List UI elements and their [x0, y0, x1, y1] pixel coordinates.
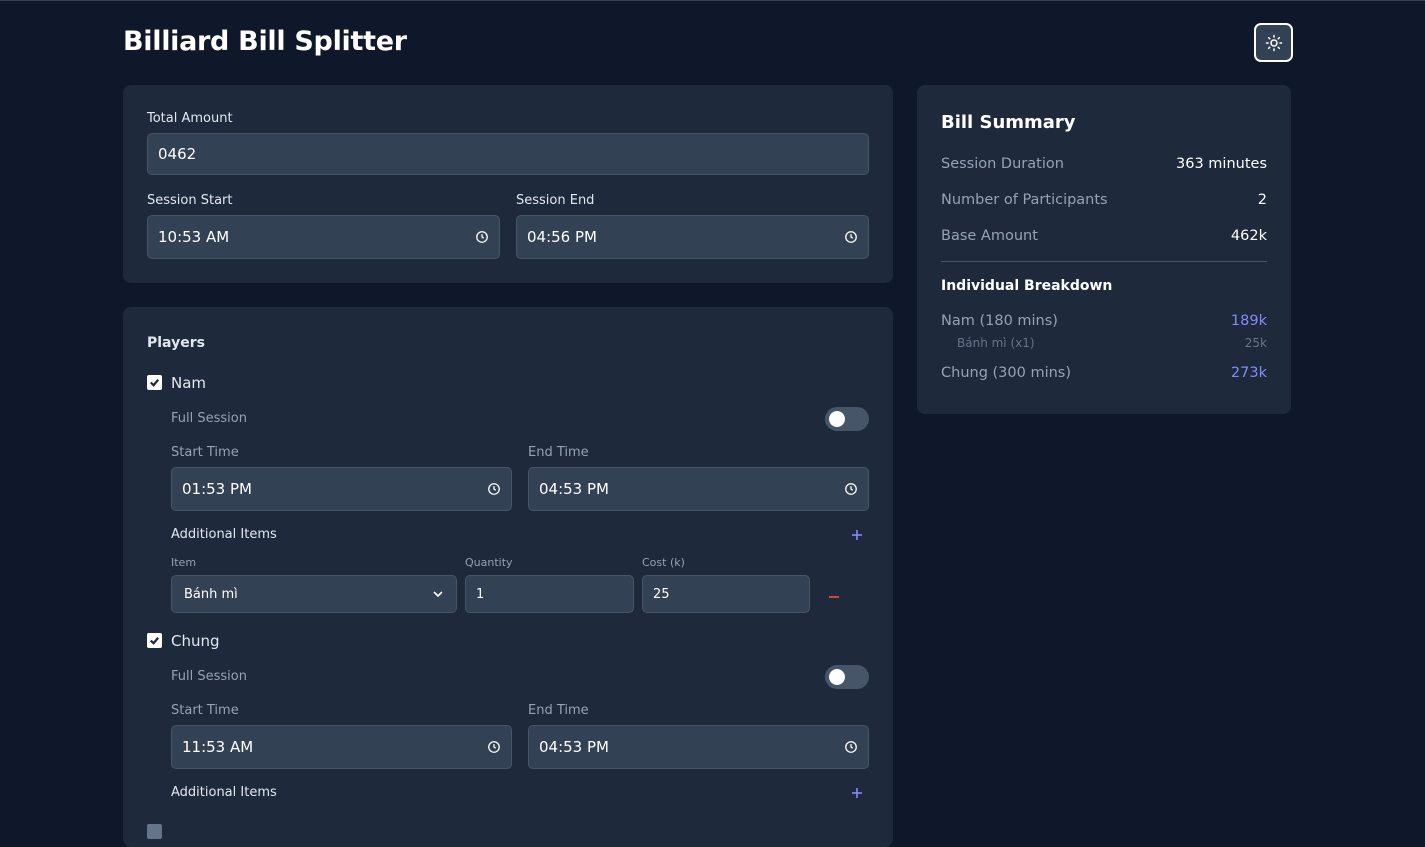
breakdown-item-row: Bánh mì (x1) 25k — [957, 336, 1267, 350]
summary-title: Bill Summary — [941, 112, 1076, 133]
item-column-label: Item — [171, 556, 197, 569]
session-card: Total Amount 0462 Session Start 10:53 AM… — [123, 85, 893, 283]
player-checkbox-nam[interactable] — [147, 375, 162, 390]
base-amount-value: 462k — [1230, 228, 1267, 244]
sun-icon — [1265, 34, 1282, 51]
player-name: Chung — [171, 632, 220, 650]
players-title: Players — [147, 335, 205, 351]
player-end-time-value: 04:53 PM — [539, 738, 609, 756]
session-end-label: Session End — [516, 193, 595, 208]
player-start-time-value: 11:53 AM — [182, 738, 254, 756]
player-end-time-input[interactable]: 04:53 PM — [528, 467, 869, 511]
total-amount-input[interactable]: 0462 — [147, 133, 869, 175]
checkmark-icon — [150, 637, 160, 645]
breakdown-row: Nam (180 mins) 189k — [941, 313, 1267, 329]
chevron-down-icon — [433, 591, 443, 598]
end-time-label: End Time — [528, 445, 589, 460]
breakdown-label: Chung (300 mins) — [941, 365, 1072, 381]
session-duration-value: 363 minutes — [1176, 156, 1267, 172]
player-name: Nam — [171, 374, 207, 392]
player-start-time-value: 01:53 PM — [182, 480, 252, 498]
player-end-time-input[interactable]: 04:53 PM — [528, 725, 869, 769]
session-end-input[interactable]: 04:56 PM — [516, 215, 869, 259]
breakdown-value: 273k — [1230, 365, 1267, 381]
remove-item-minus-icon[interactable] — [826, 589, 842, 605]
item-cost-value: 25 — [653, 586, 670, 602]
session-start-value: 10:53 AM — [158, 228, 230, 246]
item-cost-input[interactable]: 25 — [642, 575, 810, 613]
toggle-knob — [829, 669, 845, 685]
player-start-time-input[interactable]: 01:53 PM — [171, 467, 512, 511]
full-session-toggle[interactable] — [825, 407, 869, 431]
participants-value: 2 — [1257, 192, 1267, 208]
additional-items-label: Additional Items — [171, 527, 277, 542]
add-item-plus-icon[interactable] — [849, 527, 865, 543]
breakdown-row: Chung (300 mins) 273k — [941, 365, 1267, 381]
full-session-label: Full Session — [171, 411, 247, 426]
participants-row: Number of Participants 2 — [941, 192, 1267, 208]
breakdown-value: 189k — [1230, 313, 1267, 329]
start-time-label: Start Time — [171, 445, 239, 460]
clock-icon[interactable] — [844, 740, 858, 754]
full-session-toggle[interactable] — [825, 665, 869, 689]
quantity-column-label: Quantity — [465, 556, 513, 569]
total-amount-label: Total Amount — [147, 111, 233, 126]
additional-items-label: Additional Items — [171, 785, 277, 800]
start-time-label: Start Time — [171, 703, 239, 718]
player-end-time-value: 04:53 PM — [539, 480, 609, 498]
clock-icon[interactable] — [487, 740, 501, 754]
breakdown-item-value: 25k — [1244, 336, 1267, 350]
session-end-value: 04:56 PM — [527, 228, 597, 246]
top-border — [0, 0, 1425, 1]
page-title: Billiard Bill Splitter — [123, 26, 407, 57]
bill-summary-card: Bill Summary Session Duration 363 minute… — [917, 85, 1291, 414]
base-amount-label: Base Amount — [941, 228, 1038, 244]
session-start-input[interactable]: 10:53 AM — [147, 215, 500, 259]
breakdown-label: Nam (180 mins) — [941, 313, 1058, 329]
players-card: Players Nam Full Session Start Time 01:5… — [123, 307, 893, 847]
full-session-label: Full Session — [171, 669, 247, 684]
theme-toggle-button[interactable] — [1254, 23, 1293, 62]
player-checkbox-chung[interactable] — [147, 633, 162, 648]
item-quantity-input[interactable]: 1 — [465, 575, 634, 613]
player-checkbox-partial[interactable] — [147, 824, 162, 839]
breakdown-item-label: Bánh mì (x1) — [957, 336, 1035, 350]
toggle-knob — [829, 411, 845, 427]
clock-icon[interactable] — [475, 230, 489, 244]
session-start-label: Session Start — [147, 193, 233, 208]
clock-icon[interactable] — [844, 230, 858, 244]
breakdown-title: Individual Breakdown — [941, 278, 1113, 294]
clock-icon[interactable] — [487, 482, 501, 496]
session-duration-row: Session Duration 363 minutes — [941, 156, 1267, 172]
item-quantity-value: 1 — [476, 586, 485, 602]
item-select-value: Bánh mì — [184, 586, 238, 602]
base-amount-row: Base Amount 462k — [941, 228, 1267, 244]
player-start-time-input[interactable]: 11:53 AM — [171, 725, 512, 769]
summary-divider — [941, 261, 1267, 262]
clock-icon[interactable] — [844, 482, 858, 496]
end-time-label: End Time — [528, 703, 589, 718]
participants-label: Number of Participants — [941, 192, 1108, 208]
total-amount-value: 0462 — [158, 145, 197, 163]
add-item-plus-icon[interactable] — [849, 785, 865, 801]
cost-column-label: Cost (k) — [642, 556, 685, 569]
checkmark-icon — [150, 379, 160, 387]
session-duration-label: Session Duration — [941, 156, 1064, 172]
item-select[interactable]: Bánh mì — [171, 575, 457, 613]
